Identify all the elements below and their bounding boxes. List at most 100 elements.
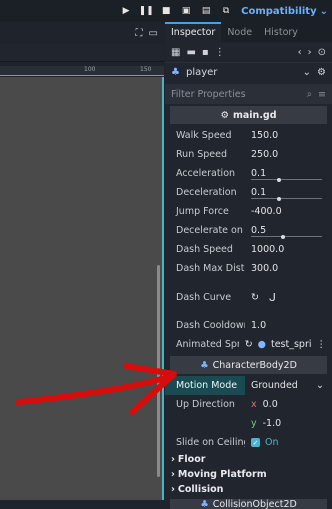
prop-label: Run Speed [176,149,228,160]
open-folder-icon[interactable]: ▬ [186,47,195,58]
node-path-field[interactable]: ↻ ● test_spri ⋮ [239,335,332,354]
prop-dash-cooldown[interactable]: Dash Cooldown 1.0 [165,316,332,335]
reload-icon[interactable]: ↻ [245,339,253,350]
prop-label: Walk Speed [176,130,232,141]
ruler-label: 100 [84,66,96,73]
back-icon[interactable]: ‹ [298,47,302,58]
x-axis-label: x [251,399,257,410]
prop-acceleration[interactable]: Acceleration 0.1 [165,164,332,183]
prop-value[interactable]: 1.0 [245,316,332,335]
prop-label: Decelerate on Ju [176,225,245,236]
node-info-icon[interactable]: ⚙ [317,67,326,78]
prop-run-speed[interactable]: Run Speed 250.0 [165,145,332,164]
prop-value[interactable]: -400.0 [245,202,332,221]
slide-on-ceiling-checkbox[interactable]: ✓ On [245,433,332,452]
prop-value[interactable]: 150.0 [245,126,332,145]
prop-label: Dash Speed [176,244,233,255]
prop-label: Motion Mode [165,376,245,395]
prop-up-direction[interactable]: Up Direction x 0.0 y -1.0 [165,395,332,433]
tab-history[interactable]: History [258,24,304,42]
tab-inspector[interactable]: Inspector [165,22,222,42]
prop-label: Dash Cooldown [176,320,245,331]
viewport-toolbar: ⛶ ▭ [0,22,164,44]
chevron-right-icon: › [171,484,175,495]
curve-preview-icon[interactable]: ᒍ [269,291,276,304]
class-name: CharacterBody2D [212,359,297,371]
prop-value: 0.1 [251,187,267,198]
prop-deceleration[interactable]: Deceleration 0.1 [165,183,332,202]
clapper-icon[interactable]: ⧉ [219,4,233,18]
new-resource-icon[interactable]: ▦ [171,47,180,58]
prop-jump-force[interactable]: Jump Force -400.0 [165,202,332,221]
prop-value: On [265,437,279,448]
script-section[interactable]: ⚙ main.gd [170,106,327,124]
pause-icon[interactable]: ❚❚ [139,4,154,18]
prop-dash-max-distance[interactable]: Dash Max Distan 300.0 [165,259,332,278]
prop-label: Jump Force [176,206,229,217]
group-floor[interactable]: › Floor [165,452,332,467]
scene-canvas[interactable] [0,77,164,500]
ruler-label: 150 [140,66,152,73]
canvas-boundary [162,77,164,500]
reload-icon[interactable]: ↻ [251,292,259,303]
prop-dash-curve[interactable]: Dash Curve ↻ ᒍ [165,278,332,316]
prop-label: Acceleration [176,168,236,179]
prop-walk-speed[interactable]: Walk Speed 150.0 [165,126,332,145]
remote-icon[interactable]: ▤ [199,4,213,18]
script-name: main.gd [232,109,277,121]
history-icon[interactable]: ⊙ [318,47,326,58]
scene-tab-bar [0,44,164,62]
object-selector[interactable]: ♣ player ⌄ ⚙ [165,62,332,82]
stop-icon[interactable]: ■ [159,4,173,18]
run-toolbar: ▶ ❚❚ ■ ▣ ▤ ⧉ Compatibility ⌄ [0,0,332,22]
prop-value[interactable]: 300.0 [245,259,332,278]
prop-value: test_spri [270,339,312,350]
prop-label: Dash Max Distan [176,263,245,274]
prop-value: Grounded [251,380,298,391]
prop-value: 0.5 [251,225,267,236]
y-value[interactable]: -1.0 [263,418,282,429]
play-icon[interactable]: ▶ [119,4,133,18]
prop-label: Slide on Ceiling [176,437,245,448]
group-label: Moving Platform [177,469,267,480]
chevron-down-icon[interactable]: ⌄ [303,67,311,78]
movie-icon[interactable]: ▣ [179,4,193,18]
group-collision[interactable]: › Collision [165,482,332,497]
x-value[interactable]: 0.0 [263,399,278,410]
prop-dash-speed[interactable]: Dash Speed 1000.0 [165,240,332,259]
prop-slider[interactable]: 0.1 [245,183,332,202]
vector-editor[interactable]: x 0.0 y -1.0 [245,395,332,433]
renderer-dropdown[interactable]: Compatibility ⌄ [241,6,328,17]
group-moving-platform[interactable]: › Moving Platform [165,467,332,482]
prop-slider[interactable]: 0.5 [245,221,332,240]
save-icon[interactable]: ▪ [202,47,209,58]
prop-animated-sprite[interactable]: Animated Spr ↻ ● test_spri ⋮ [165,335,332,354]
curve-editor[interactable]: ↻ ᒍ [245,278,332,316]
split-view-icon[interactable]: ▭ [149,28,158,39]
prop-value[interactable]: 250.0 [245,145,332,164]
collision-object-section[interactable]: ♣ CollisionObject2D [170,499,327,509]
filter-placeholder: Filter Properties [171,88,246,100]
prop-value[interactable]: 1000.0 [245,240,332,259]
filter-options-icon[interactable]: ≡ [318,89,326,100]
more-icon[interactable]: ⋮ [317,339,327,350]
fullscreen-icon[interactable]: ⛶ [136,28,143,39]
editor-viewport: ⛶ ▭ 100 150 [0,22,164,500]
motion-mode-dropdown[interactable]: Grounded ⌄ [245,376,332,395]
tab-node[interactable]: Node [221,24,258,42]
extra-icon[interactable]: ⋮ [215,47,225,58]
group-label: Floor [177,454,206,465]
vertical-scrollbar[interactable] [157,265,160,477]
prop-slider[interactable]: 0.1 [245,164,332,183]
filter-input[interactable]: Filter Properties ⌕ ≡ [165,84,332,104]
prop-decelerate-on-jump[interactable]: Decelerate on Ju 0.5 [165,221,332,240]
forward-icon[interactable]: › [308,47,312,58]
prop-motion-mode[interactable]: Motion Mode Grounded ⌄ [165,376,332,395]
dock-tabs: Inspector Node History [165,22,332,42]
character-body-icon: ♣ [200,359,209,371]
inspector-toolbar: ▦ ▬ ▪ ⋮ ‹ › ⊙ [165,42,332,62]
class-section[interactable]: ♣ CharacterBody2D [170,356,327,374]
search-icon: ⌕ [306,88,313,100]
collision-object-icon: ♣ [200,499,209,509]
prop-slide-on-ceiling[interactable]: Slide on Ceiling ✓ On [165,433,332,452]
